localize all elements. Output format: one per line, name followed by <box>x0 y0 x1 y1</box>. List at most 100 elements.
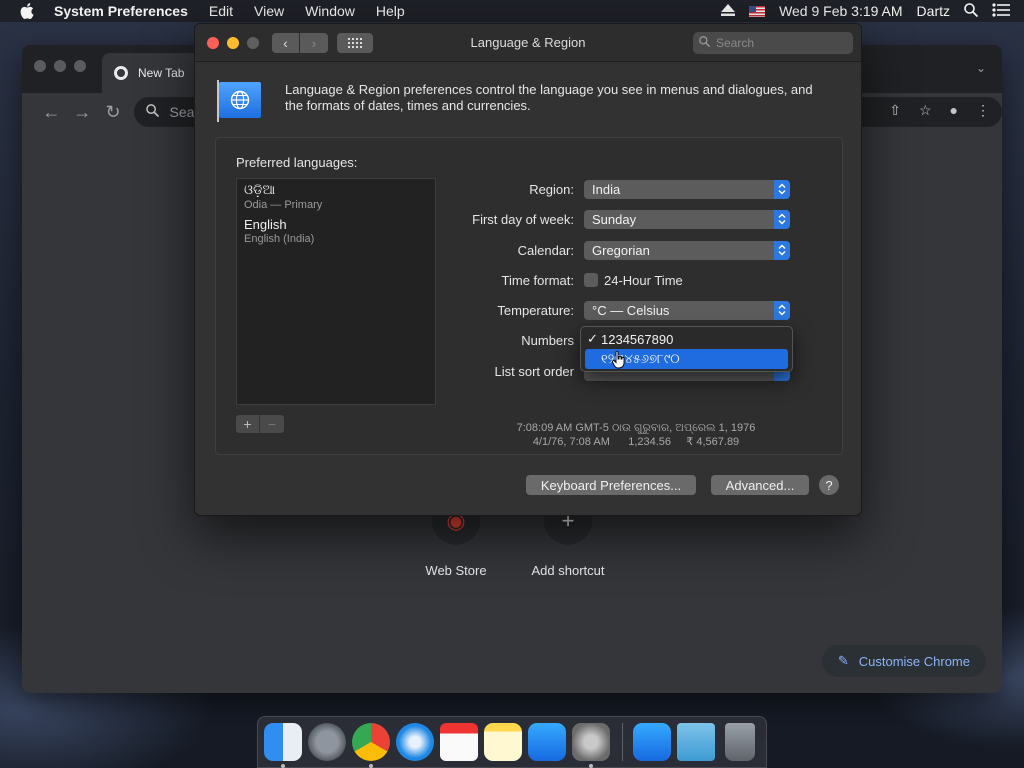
menu-bar: System Preferences Edit View Window Help… <box>0 0 1024 22</box>
list-sort-label: List sort order <box>494 363 574 379</box>
dock <box>257 716 767 768</box>
calendar-label: Calendar: <box>517 242 574 258</box>
chrome-menu-icon[interactable]: ⋮ <box>976 102 990 119</box>
control-center-icon[interactable] <box>992 2 1010 20</box>
chrome-minimize-button[interactable] <box>54 60 66 72</box>
trash-icon[interactable] <box>725 723 755 761</box>
search-placeholder: Search <box>716 36 755 50</box>
language-subtitle: English (India) <box>244 233 315 245</box>
language-settings-panel: Preferred languages: ଓଡ଼ିଆ Odia — Primar… <box>215 137 843 455</box>
dock-separator <box>622 723 623 761</box>
prefs-search-field[interactable]: Search <box>693 32 853 54</box>
bookmark-star-icon[interactable]: ☆ <box>919 102 932 119</box>
temperature-label: Temperature: <box>497 302 574 318</box>
temperature-popup[interactable]: °C — Celsius <box>584 300 790 320</box>
sample-date-line: 7:08:09 AM GMT-5 ଠାଉ ଗୁରୁବାର, ଅପ୍ରେଲ 1, … <box>516 422 756 434</box>
chrome-close-button[interactable] <box>34 60 46 72</box>
region-value: India <box>592 181 621 197</box>
first-day-value: Sunday <box>592 211 637 227</box>
option-label: 1234567890 <box>601 331 674 347</box>
region-popup[interactable]: India <box>584 179 790 199</box>
profile-avatar-icon[interactable]: ● <box>950 102 958 119</box>
numbers-option-western[interactable]: ✓ 1234567890 <box>581 329 792 349</box>
pencil-icon: ✎ <box>837 653 849 668</box>
menubar-user[interactable]: Dartz <box>917 3 950 19</box>
list-item[interactable]: English English (India) <box>237 214 435 248</box>
preferred-languages-label: Preferred languages: <box>236 155 358 170</box>
prefs-titlebar: ‹ › Language & Region Search <box>195 24 861 62</box>
menu-app-name[interactable]: System Preferences <box>54 3 188 19</box>
mouse-pointer-hand-icon <box>611 350 626 372</box>
popup-arrows-icon <box>774 179 790 199</box>
prefs-description: Language & Region preferences control th… <box>285 82 813 113</box>
calendar-row: Calendar: Gregorian <box>456 239 826 261</box>
chrome-window-controls <box>34 60 86 72</box>
temperature-value: °C — Celsius <box>592 302 670 318</box>
popup-arrows-icon <box>774 240 790 260</box>
sample-number-line: 4/1/76, 7:08 AM 1,234.56 ₹ 4,567.89 <box>532 436 740 448</box>
prefs-header: Language & Region preferences control th… <box>217 80 825 122</box>
calendar-value: Gregorian <box>592 242 650 258</box>
app-store-icon[interactable] <box>528 723 566 761</box>
safari-icon[interactable] <box>396 723 434 761</box>
calendar-icon[interactable] <box>440 723 478 761</box>
remove-language-button[interactable]: − <box>260 415 284 433</box>
help-button[interactable]: ? <box>819 475 839 495</box>
keyboard-preferences-button[interactable]: Keyboard Preferences... <box>526 475 696 495</box>
search-icon <box>699 36 711 50</box>
first-day-popup[interactable]: Sunday <box>584 209 790 229</box>
downloads-folder-icon[interactable] <box>677 723 715 761</box>
language-name: ଓଡ଼ିଆ <box>244 182 276 197</box>
checkmark-icon: ✓ <box>587 331 598 346</box>
menu-edit[interactable]: Edit <box>209 3 233 19</box>
24-hour-label[interactable]: 24-Hour Time <box>604 273 683 288</box>
tab-search-chevron-icon[interactable]: ⌄ <box>976 61 986 75</box>
spotlight-search-icon[interactable] <box>964 2 979 20</box>
chrome-dock-icon[interactable] <box>352 723 390 768</box>
customise-chrome-button[interactable]: ✎ Customise Chrome <box>821 645 986 677</box>
time-format-label: Time format: <box>501 272 574 288</box>
finder-icon[interactable] <box>264 723 302 768</box>
app-store-folder-icon[interactable] <box>633 723 671 761</box>
chrome-logo-icon <box>114 66 128 80</box>
region-row: Region: India <box>456 178 826 200</box>
eject-icon[interactable] <box>721 3 736 19</box>
preferred-languages-list[interactable]: ଓଡ଼ିଆ Odia — Primary English English (In… <box>236 178 436 405</box>
add-language-button[interactable]: + <box>236 415 260 433</box>
back-arrow-icon[interactable]: ← <box>36 102 67 123</box>
first-day-label: First day of week: <box>472 211 574 227</box>
add-remove-buttons: + − <box>236 415 284 433</box>
input-source-flag-icon[interactable] <box>749 5 766 17</box>
tab-title: New Tab <box>138 66 185 80</box>
chrome-zoom-button[interactable] <box>74 60 86 72</box>
customise-chrome-label: Customise Chrome <box>858 653 970 669</box>
menu-view[interactable]: View <box>254 3 284 19</box>
24-hour-checkbox[interactable] <box>584 273 598 287</box>
list-item[interactable]: ଓଡ଼ିଆ Odia — Primary <box>237 179 435 214</box>
time-format-row: Time format: 24-Hour Time <box>456 269 826 291</box>
advanced-button[interactable]: Advanced... <box>711 475 809 495</box>
menubar-clock[interactable]: Wed 9 Feb 3:19 AM <box>779 3 902 19</box>
apple-menu-icon[interactable] <box>20 3 38 19</box>
system-preferences-icon[interactable] <box>572 723 610 768</box>
language-region-window: ‹ › Language & Region Search Language & … <box>194 23 862 516</box>
shortcut-label: Add shortcut <box>531 563 605 578</box>
region-label: Region: <box>529 181 574 197</box>
language-subtitle: Odia — Primary <box>244 199 323 211</box>
share-icon[interactable]: ⇧ <box>889 102 901 119</box>
reload-icon[interactable]: ↻ <box>98 102 129 123</box>
menu-window[interactable]: Window <box>305 3 355 19</box>
temperature-row: Temperature: °C — Celsius <box>456 299 826 321</box>
format-sample: 7:08:09 AM GMT-5 ଠାଉ ଗୁରୁବାର, ଅପ୍ରେଲ 1, … <box>486 421 786 449</box>
calendar-popup[interactable]: Gregorian <box>584 240 790 260</box>
language-name: English <box>244 217 287 232</box>
popup-arrows-icon <box>774 209 790 229</box>
language-region-flag-icon <box>217 80 261 122</box>
forward-arrow-icon[interactable]: → <box>67 102 98 123</box>
first-day-row: First day of week: Sunday <box>456 208 826 230</box>
popup-arrows-icon <box>774 300 790 320</box>
launchpad-icon[interactable] <box>308 723 346 761</box>
numbers-label: Numbers <box>521 332 574 348</box>
notes-icon[interactable] <box>484 723 522 761</box>
menu-help[interactable]: Help <box>376 3 405 19</box>
